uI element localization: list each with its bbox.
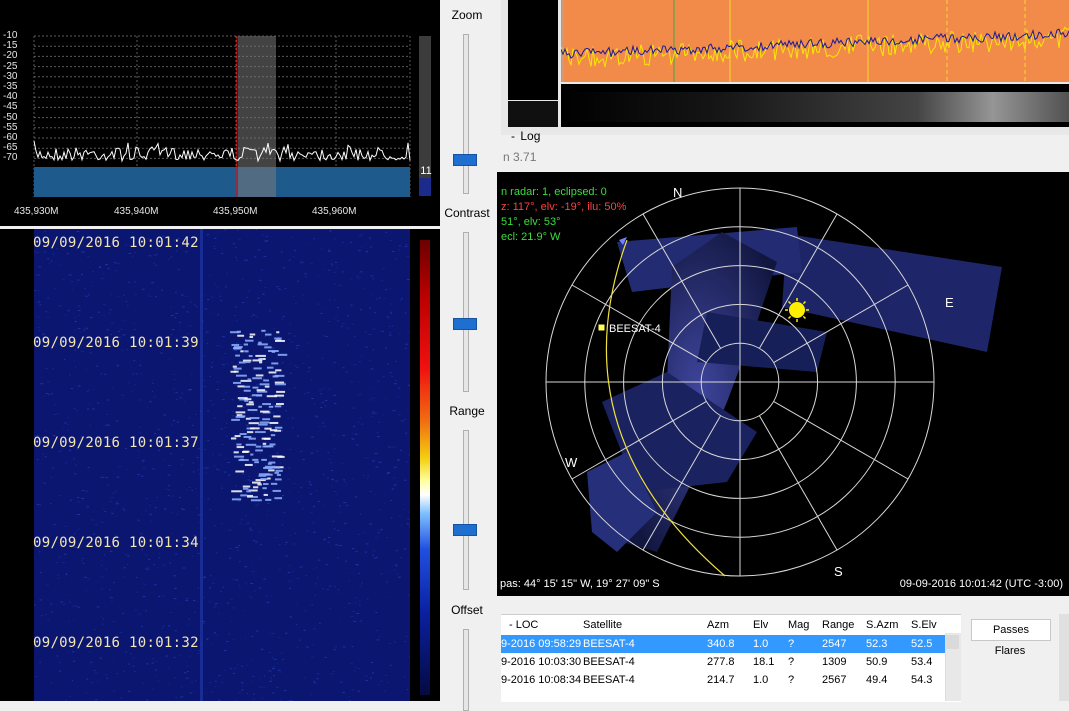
column-header[interactable]: Azm	[707, 619, 729, 631]
offset-slider-track[interactable]	[463, 629, 469, 711]
table-cell: BEESAT-4	[583, 638, 635, 650]
table-cell: 9-2016 10:03:30	[501, 656, 581, 668]
x-tick-label: 435,940M	[114, 206, 158, 217]
zoom-slider-thumb[interactable]	[453, 154, 477, 166]
satellite-marker-icon[interactable]	[598, 324, 605, 331]
signal-strength-trace	[561, 0, 1069, 82]
table-cell: ?	[788, 638, 794, 650]
table-cell: 52.5	[911, 638, 932, 650]
datetime-text: 09-09-2016 10:01:42 (UTC -3:00)	[900, 578, 1063, 590]
table-cell: 52.3	[866, 638, 887, 650]
table-cell: 1.0	[753, 674, 768, 686]
table-cell: 277.8	[707, 656, 735, 668]
table-cell: BEESAT-4	[583, 656, 635, 668]
waterfall-timestamp: 09/09/2016 10:01:34	[33, 535, 199, 551]
column-header[interactable]: S.Azm	[866, 619, 898, 631]
location-text: pas: 44° 15' 15" W, 19° 27' 09" S	[500, 578, 660, 590]
color-scale-bar	[420, 240, 430, 695]
selection-band[interactable]	[238, 36, 276, 197]
tab-log[interactable]: - Log	[511, 129, 540, 143]
x-tick-label: 435,930M	[14, 206, 58, 217]
compass-south: S	[834, 564, 843, 579]
radar-info-line: z: 117°, elv: -19°, ilu: 50%	[501, 201, 626, 213]
spectrum-plot[interactable]	[0, 0, 440, 226]
mini-waterfall-texture	[561, 84, 1069, 127]
table-cell: 340.8	[707, 638, 735, 650]
column-header[interactable]: - LOC	[509, 619, 538, 631]
compass-east: E	[945, 295, 954, 310]
radar-info-line: n radar: 1, eclipsed: 0	[501, 186, 607, 198]
x-tick-label: 435,960M	[312, 206, 356, 217]
level-value: 11	[419, 165, 433, 177]
table-row[interactable]: 9-2016 10:03:30BEESAT-4 277.8 18.1? 1309 50.…	[501, 653, 961, 671]
contrast-label: Contrast	[441, 206, 493, 220]
mini-waterfall-panel	[508, 101, 558, 127]
compass-west: W	[565, 455, 578, 470]
waterfall-timestamp: 09/09/2016 10:01:32	[33, 635, 199, 651]
tab-log-label: Log	[520, 129, 540, 143]
offset-label: Offset	[441, 603, 493, 617]
table-cell: 54.3	[911, 674, 932, 686]
range-label: Range	[441, 404, 493, 418]
waterfall-signal	[34, 229, 410, 701]
waterfall-timestamp: 09/09/2016 10:01:37	[33, 435, 199, 451]
waterfall-panel[interactable]: 09/09/2016 10:01:42 09/09/2016 10:01:39 09…	[0, 229, 440, 701]
range-slider-thumb[interactable]	[453, 524, 477, 536]
table-scrollbar-thumb[interactable]	[946, 635, 959, 649]
version-text: n 3.71	[503, 150, 536, 164]
sun-icon	[789, 302, 805, 318]
table-row[interactable]: 9-2016 10:08:34BEESAT-4 214.7 1.0? 2567 49.4…	[501, 671, 961, 689]
column-header[interactable]: Mag	[788, 619, 809, 631]
table-cell: 2567	[822, 674, 846, 686]
window-scrollbar[interactable]	[1059, 614, 1069, 701]
table-cell: 53.4	[911, 656, 932, 668]
mini-waterfall[interactable]	[561, 84, 1069, 127]
radar-panel[interactable]: BEESAT-4 N E S W n radar: 1, eclipsed: 0…	[497, 172, 1069, 596]
satellite-model-image	[587, 227, 1002, 552]
column-header[interactable]: Satellite	[583, 619, 622, 631]
mini-spectrum-panel	[508, 0, 558, 100]
side-panel: Passes Flares	[963, 614, 1069, 701]
contrast-slider-thumb[interactable]	[453, 318, 477, 330]
range-slider-track[interactable]	[463, 430, 469, 590]
table-cell: BEESAT-4	[583, 674, 635, 686]
table-cell: 9-2016 09:58:29	[501, 638, 581, 650]
compass-north: N	[673, 185, 682, 200]
passes-button[interactable]: Passes	[971, 619, 1051, 641]
zoom-slider-track[interactable]	[463, 34, 469, 194]
column-header[interactable]: Range	[822, 619, 854, 631]
table-cell: ?	[788, 674, 794, 686]
table-cell: 18.1	[753, 656, 774, 668]
contrast-slider-track[interactable]	[463, 232, 469, 392]
table-cell: 1309	[822, 656, 846, 668]
table-cell: 49.4	[866, 674, 887, 686]
signal-strength-plot[interactable]	[561, 0, 1069, 82]
table-cell: 1.0	[753, 638, 768, 650]
waterfall-timestamp: 09/09/2016 10:01:42	[33, 235, 199, 251]
table-cell: ?	[788, 656, 794, 668]
spectrum-panel[interactable]: -10-15-20-25-30-35-40-45-50-55-60-65-70 …	[0, 0, 440, 226]
radar-info-line: 51°, elv: 53°	[501, 216, 561, 228]
x-tick-label: 435,950M	[213, 206, 257, 217]
polar-sky-plot[interactable]: BEESAT-4 N E S W	[497, 172, 1069, 596]
zoom-label: Zoom	[441, 8, 493, 22]
waterfall-display[interactable]	[34, 229, 410, 701]
column-header[interactable]: Elv	[753, 619, 768, 631]
table-cell: 214.7	[707, 674, 735, 686]
waterfall-timestamp: 09/09/2016 10:01:39	[33, 335, 199, 351]
y-tick-label: -70	[3, 152, 33, 163]
table-cell: 2547	[822, 638, 846, 650]
radar-info-line: ecl: 21.9° W	[501, 231, 560, 243]
table-cell: 9-2016 10:08:34	[501, 674, 581, 686]
flares-button[interactable]: Flares	[971, 641, 1049, 661]
passes-table[interactable]: - LOC Satellite Azm Elv Mag Range S.Azm S.Elv 9…	[501, 614, 961, 702]
controls-panel: Zoom Contrast Range Offset	[441, 0, 501, 701]
column-header[interactable]: S.Elv	[911, 619, 937, 631]
satellite-label: BEESAT-4	[609, 323, 661, 335]
table-row[interactable]: 9-2016 09:58:29BEESAT-4 340.8 1.0? 2547 52.3…	[501, 635, 961, 653]
table-cell: 50.9	[866, 656, 887, 668]
